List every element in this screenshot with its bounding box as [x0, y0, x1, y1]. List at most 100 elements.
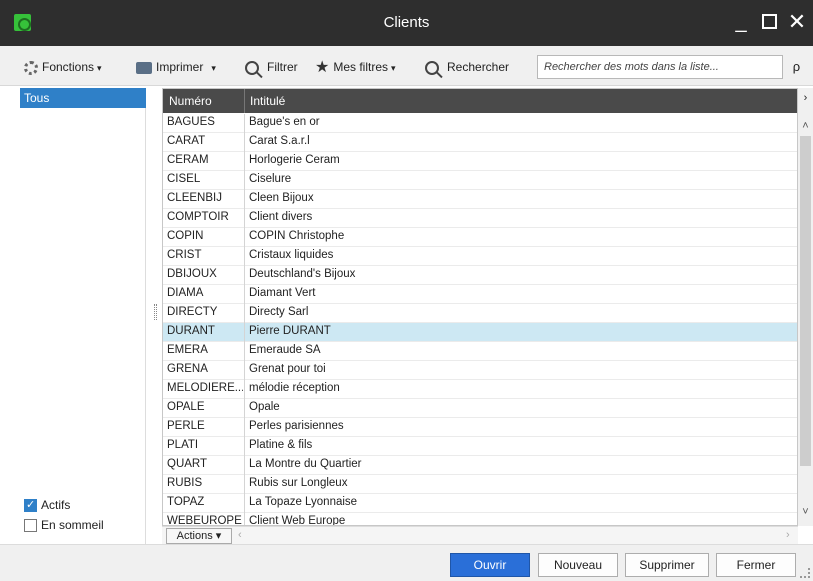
chevron-down-icon: ▾: [211, 63, 216, 73]
cell-divider: [244, 475, 245, 494]
cell-intitule: La Montre du Quartier: [249, 458, 362, 470]
cell-intitule: Diamant Vert: [249, 287, 316, 299]
cell-divider: [244, 342, 245, 361]
table-row[interactable]: DIRECTY Directy Sarl: [163, 304, 797, 323]
table-row[interactable]: EMERA Emeraude SA: [163, 342, 797, 361]
checkbox-actifs-box[interactable]: [24, 497, 37, 513]
vertical-scrollbar[interactable]: › ˄ ˅: [798, 88, 813, 526]
table-row[interactable]: DIAMA Diamant Vert: [163, 285, 797, 304]
pane-splitter[interactable]: [154, 304, 157, 320]
table-row[interactable]: MELODIERE... mélodie réception: [163, 380, 797, 399]
cell-numero: CISEL: [167, 173, 201, 185]
search-icon: [425, 60, 439, 75]
cell-intitule: Client divers: [249, 211, 313, 223]
mes-filtres-label: Mes filtres: [333, 60, 389, 74]
category-item-tous[interactable]: Tous: [20, 88, 146, 108]
window-title: Clients: [383, 14, 430, 31]
column-chooser-arrow-icon[interactable]: ›: [798, 92, 813, 104]
cell-numero: GRENA: [167, 363, 208, 375]
checkbox-en-sommeil[interactable]: En sommeil: [24, 516, 104, 534]
cell-divider: [244, 285, 245, 304]
close-button[interactable]: ✕: [786, 10, 808, 34]
search-input[interactable]: Rechercher des mots dans la liste...: [537, 55, 783, 79]
column-header-intitule[interactable]: Intitulé: [250, 94, 285, 108]
scrollbar-thumb[interactable]: [800, 136, 811, 466]
minimize-button[interactable]: _: [730, 10, 752, 34]
fonctions-label: Fonctions: [42, 60, 95, 74]
cell-divider: [244, 494, 245, 513]
fonctions-menu[interactable]: Fonctions ▾: [24, 58, 102, 76]
cell-divider: [244, 418, 245, 437]
cell-intitule: Rubis sur Longleux: [249, 477, 348, 489]
column-header-numero[interactable]: Numéro: [169, 94, 212, 108]
table-row[interactable]: QUART La Montre du Quartier: [163, 456, 797, 475]
cell-intitule: Horlogerie Ceram: [249, 154, 340, 166]
mes-filtres-menu[interactable]: ★ Mes filtres ▾: [315, 58, 396, 76]
table-row[interactable]: PLATI Platine & fils: [163, 437, 797, 456]
table-row[interactable]: CERAM Horlogerie Ceram: [163, 152, 797, 171]
table-row[interactable]: CRIST Cristaux liquides: [163, 247, 797, 266]
cell-divider: [244, 456, 245, 475]
cell-numero: PERLE: [167, 420, 205, 432]
rechercher-label: Rechercher: [447, 60, 510, 74]
resize-grip-icon[interactable]: [800, 568, 810, 578]
table-row[interactable]: OPALE Opale: [163, 399, 797, 418]
cell-numero: CLEENBIJ: [167, 192, 222, 204]
table-row[interactable]: CARAT Carat S.a.r.l: [163, 133, 797, 152]
table-row[interactable]: COMPTOIR Client divers: [163, 209, 797, 228]
gear-icon: [24, 60, 38, 75]
cell-divider: [244, 171, 245, 190]
cell-numero: WEBEUROPE: [167, 515, 242, 526]
ouvrir-button[interactable]: Ouvrir: [450, 553, 530, 577]
filtrer-button[interactable]: Filtrer: [245, 58, 298, 76]
cell-divider: [244, 133, 245, 152]
cell-divider: [244, 209, 245, 228]
scroll-right-icon[interactable]: ›: [786, 529, 790, 541]
table-row[interactable]: GRENA Grenat pour toi: [163, 361, 797, 380]
cell-intitule: Pierre DURANT: [249, 325, 331, 337]
cell-divider: [244, 228, 245, 247]
supprimer-button[interactable]: Supprimer: [625, 553, 709, 577]
cell-intitule: Platine & fils: [249, 439, 313, 451]
imprimer-menu[interactable]: Imprimer ▾: [136, 58, 216, 76]
nouveau-button[interactable]: Nouveau: [538, 553, 618, 577]
cell-numero: QUART: [167, 458, 208, 470]
cell-numero: CRIST: [167, 249, 202, 261]
cell-intitule: Cristaux liquides: [249, 249, 334, 261]
cell-divider: [244, 152, 245, 171]
cell-numero: COMPTOIR: [167, 211, 229, 223]
checkbox-en-sommeil-box[interactable]: [24, 518, 37, 532]
cell-divider: [244, 380, 245, 399]
cell-intitule: Perles parisiennes: [249, 420, 344, 432]
checkbox-actifs[interactable]: Actifs: [24, 496, 70, 514]
scroll-up-icon[interactable]: ˄: [798, 120, 813, 132]
table-row[interactable]: DBIJOUX Deutschland's Bijoux: [163, 266, 797, 285]
table-row[interactable]: CISEL Ciselure: [163, 171, 797, 190]
search-submit-button[interactable]: ρ: [784, 55, 809, 79]
rechercher-button[interactable]: Rechercher: [425, 58, 509, 76]
fermer-button[interactable]: Fermer: [716, 553, 796, 577]
cell-numero: TOPAZ: [167, 496, 205, 508]
title-bar: Clients _ ✕: [0, 0, 813, 46]
table-row[interactable]: BAGUES Bague's en or: [163, 114, 797, 133]
table-row[interactable]: TOPAZ La Topaze Lyonnaise: [163, 494, 797, 513]
table-row[interactable]: CLEENBIJ Cleen Bijoux: [163, 190, 797, 209]
table-row[interactable]: DURANT Pierre DURANT: [163, 323, 797, 342]
table-row[interactable]: WEBEUROPE Client Web Europe: [163, 513, 797, 526]
scroll-left-icon[interactable]: ‹: [238, 529, 242, 541]
table-row[interactable]: PERLE Perles parisiennes: [163, 418, 797, 437]
chevron-down-icon: ▾: [215, 530, 222, 542]
column-divider[interactable]: [244, 89, 245, 113]
cell-divider: [244, 399, 245, 418]
scroll-down-icon[interactable]: ˅: [798, 506, 813, 518]
cell-divider: [244, 513, 245, 525]
cell-numero: OPALE: [167, 401, 205, 413]
table-row[interactable]: COPIN COPIN Christophe: [163, 228, 797, 247]
filter-search-icon: [245, 60, 259, 75]
maximize-button[interactable]: [758, 10, 780, 34]
printer-icon: [136, 61, 152, 74]
table-row[interactable]: RUBIS Rubis sur Longleux: [163, 475, 797, 494]
actions-menu-button[interactable]: Actions ▾: [166, 528, 232, 544]
cell-intitule: Client Web Europe: [249, 515, 346, 526]
cell-numero: DURANT: [167, 325, 215, 337]
